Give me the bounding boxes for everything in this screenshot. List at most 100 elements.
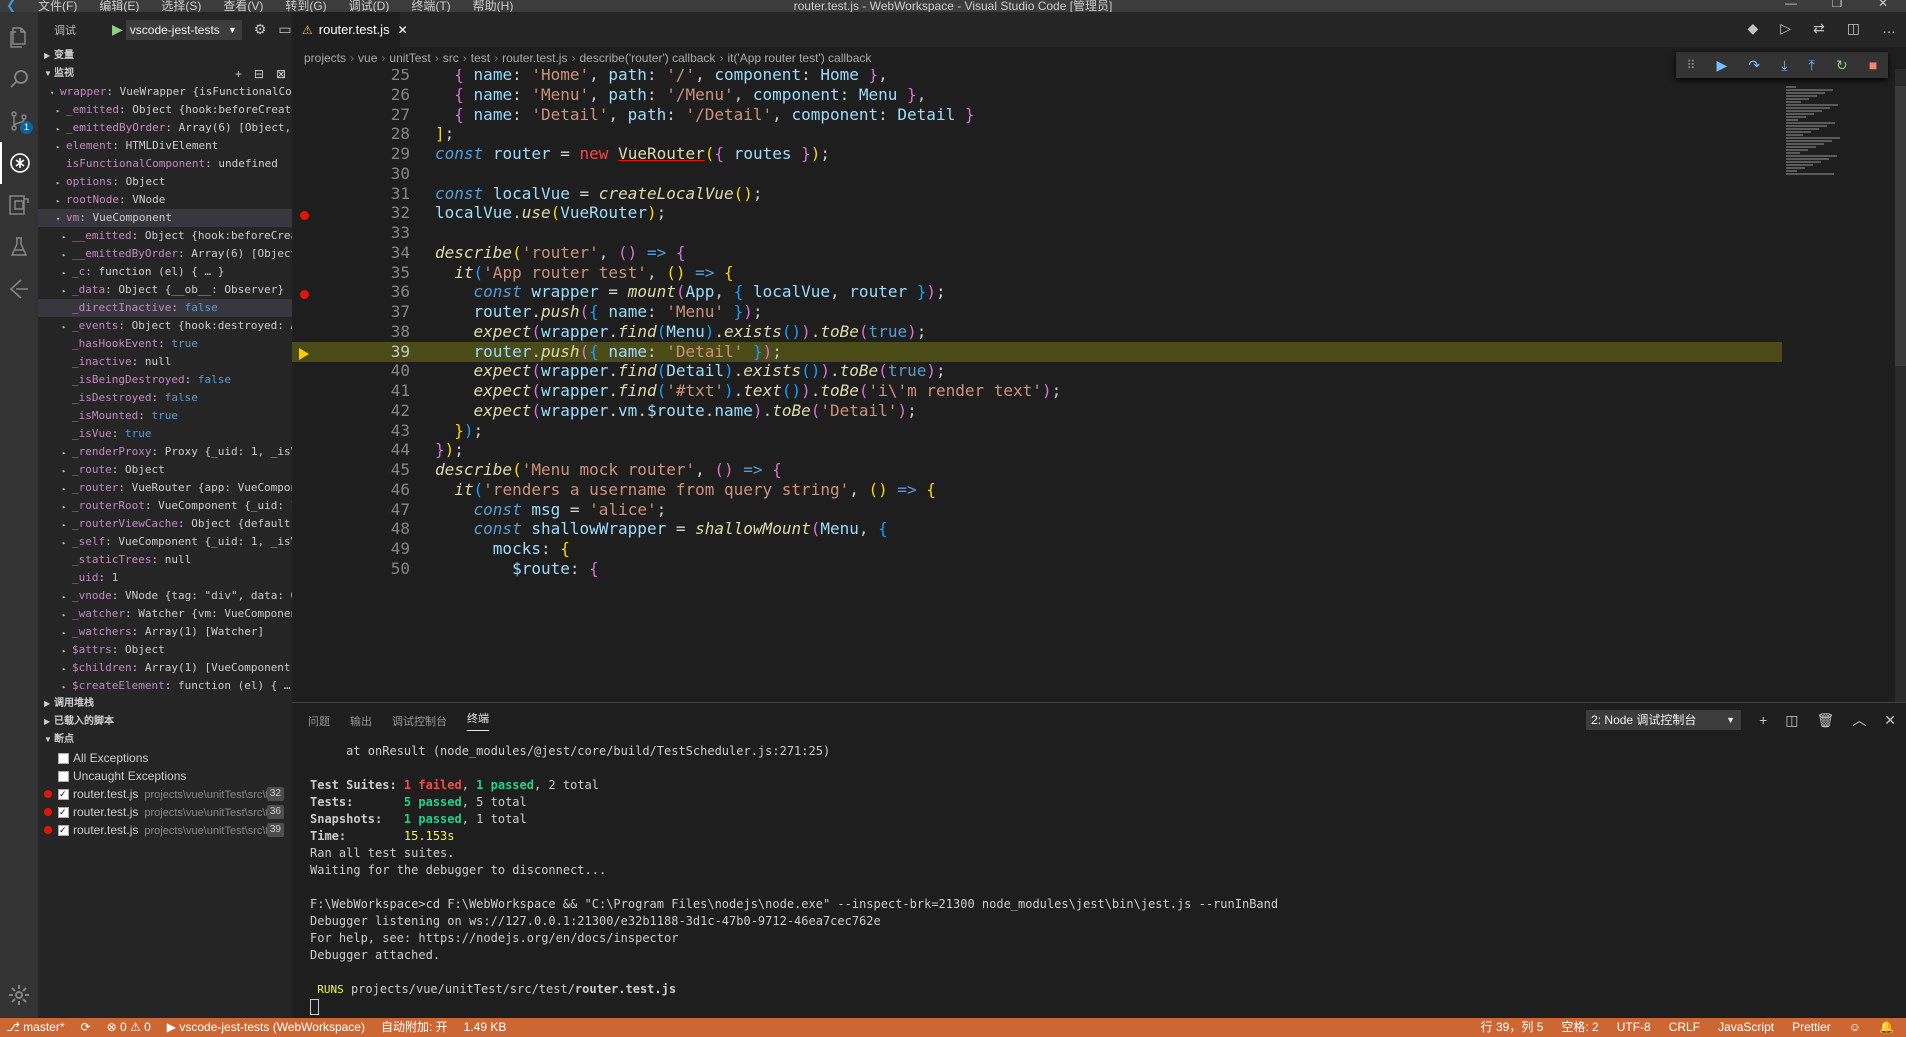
code-line[interactable]: 42 expect(wrapper.vm.$route.name).toBe('…	[292, 401, 1782, 421]
watch-item[interactable]: ▸_routerViewCache: Object {default: …	[38, 515, 292, 533]
eol[interactable]: CRLF	[1669, 1018, 1700, 1037]
explorer-icon[interactable]	[0, 16, 38, 58]
loaded-scripts-section-header[interactable]: ▶ 已载入的脚本	[38, 713, 292, 731]
code-line[interactable]: 31 const localVue = createLocalVue();	[292, 184, 1782, 204]
watch-item[interactable]: ▸ _vnode: VNode {tag: "div", data: Ob…	[38, 587, 292, 605]
terminal-select[interactable]: 2: Node 调试控制台 ▼	[1586, 710, 1742, 730]
auto-attach-item[interactable]: 自动附加: 开	[381, 1018, 448, 1037]
watch-item[interactable]: ▸ $children: Array(1) [VueComponent]	[38, 659, 292, 677]
split-terminal-icon[interactable]: ◫	[1785, 712, 1798, 729]
encoding[interactable]: UTF-8	[1617, 1018, 1651, 1037]
test-flask-icon[interactable]	[0, 226, 38, 268]
minimap[interactable]	[1786, 86, 1846, 196]
watch-item[interactable]: ▸ _route: Object	[38, 461, 292, 479]
new-terminal-icon[interactable]: +	[1759, 712, 1767, 728]
language-mode[interactable]: JavaScript	[1718, 1018, 1774, 1037]
watch-item[interactable]: ▸ $createElement: function (el) { … }	[38, 677, 292, 695]
debug-config-select[interactable]: vscode-jest-tests ▼	[125, 19, 242, 40]
maximize-panel-icon[interactable]: ︿	[1852, 710, 1866, 730]
scrollbar-thumb[interactable]	[1895, 86, 1906, 366]
step-over-icon[interactable]: ↷	[1748, 57, 1760, 74]
breakpoint-item[interactable]: Uncaught Exceptions	[38, 767, 292, 785]
notifications-bell-icon[interactable]: 🔔	[1879, 1018, 1894, 1037]
remove-all-icon[interactable]: ⊠	[276, 65, 286, 83]
code-editor[interactable]: 25 { name: 'Home', path: '/', component:…	[292, 69, 1906, 702]
watch-item[interactable]: ▾ vm: VueComponent	[38, 209, 292, 227]
debug-icon[interactable]	[0, 142, 38, 184]
collapse-all-icon[interactable]: ⊟	[254, 65, 264, 83]
breadcrumb-item[interactable]: it('App router test') callback	[727, 51, 871, 65]
code-line[interactable]: 35 it('App router test', () => {	[292, 263, 1782, 283]
breadcrumb-item[interactable]: describe('router') callback	[579, 51, 715, 65]
breakpoint-checkbox[interactable]	[58, 803, 69, 821]
watch-item[interactable]: _isDestroyed: false	[38, 389, 292, 407]
code-line[interactable]: 29 const router = new VueRouter({ routes …	[292, 144, 1782, 164]
code-line[interactable]: 36 const wrapper = mount(App, { localVue…	[292, 282, 1782, 302]
code-line[interactable]: 50 $route: {	[292, 559, 1782, 579]
code-line[interactable]: 49 mocks: {	[292, 539, 1782, 559]
step-into-icon[interactable]: ⤓	[1781, 57, 1787, 74]
continue-icon[interactable]: ▶	[1717, 57, 1728, 74]
gitlens-diff-icon[interactable]: ◆	[1747, 20, 1758, 37]
add-expression-icon[interactable]: +	[235, 65, 242, 83]
watch-item[interactable]: ▸_emitted: Object {hook:beforeCreate: …	[38, 101, 292, 119]
watch-item[interactable]: _inactive: null	[38, 353, 292, 371]
source-control-icon[interactable]: 1	[0, 100, 38, 142]
indentation[interactable]: 空格: 2	[1561, 1018, 1598, 1037]
watch-item[interactable]: _directInactive: false	[38, 299, 292, 317]
code-line[interactable]: 46 it('renders a username from query str…	[292, 480, 1782, 500]
code-line[interactable]: 27 { name: 'Detail', path: '/Detail', co…	[292, 105, 1782, 125]
breadcrumb-item[interactable]: src	[443, 51, 459, 65]
watch-item[interactable]: ▸ $attrs: Object	[38, 641, 292, 659]
watch-item[interactable]: ▸ options: Object	[38, 173, 292, 191]
watch-item[interactable]: ▸_watcher: Watcher {vm: VueComponent…	[38, 605, 292, 623]
debug-console-icon[interactable]: ▭	[278, 21, 291, 38]
gitlens-icon[interactable]	[0, 268, 38, 310]
split-editor-icon[interactable]: ◫	[1847, 20, 1860, 37]
breakpoint-checkbox[interactable]	[58, 753, 69, 765]
breakpoint-item[interactable]: router.test.js projects\vue\unitTest\src\…	[38, 821, 292, 839]
watch-item[interactable]: ▸_renderProxy: Proxy {_uid: 1, _isVu…	[38, 443, 292, 461]
breadcrumb-item[interactable]: unitTest	[389, 51, 430, 65]
watch-item[interactable]: ▸_router: VueRouter {app: VueCompone…	[38, 479, 292, 497]
watch-item[interactable]: ▸_events: Object {hook:destroyed: Ar…	[38, 317, 292, 335]
sync-icon[interactable]: ⟳	[81, 1018, 91, 1037]
watch-item[interactable]: ▸ _c: function (el) { … }	[38, 263, 292, 281]
kill-terminal-icon[interactable]: 🗑	[1816, 712, 1834, 729]
code-line[interactable]: 48 const shallowWrapper = shallowMount(M…	[292, 519, 1782, 539]
debug-status-item[interactable]: ▶ vscode-jest-tests (WebWorkspace)	[167, 1018, 365, 1037]
gear-icon[interactable]: ⚙	[254, 21, 267, 38]
code-line[interactable]: 30	[292, 164, 1782, 184]
panel-tab[interactable]: 输出	[350, 713, 372, 729]
code-line[interactable]: 38 expect(wrapper.find(Menu).exists()).t…	[292, 322, 1782, 342]
breakpoint-item[interactable]: All Exceptions	[38, 749, 292, 767]
minimize-icon[interactable]: —	[1768, 0, 1814, 10]
watch-item[interactable]: ▸ _self: VueComponent {_uid: 1, _isVu…	[38, 533, 292, 551]
step-out-icon[interactable]: ⤒	[1809, 57, 1815, 74]
code-line[interactable]: 41 expect(wrapper.find('#txt').text()).t…	[292, 381, 1782, 401]
tab-router-test[interactable]: ⚠ router.test.js ✕	[292, 12, 408, 47]
panel-tab[interactable]: 调试控制台	[392, 713, 447, 729]
code-line[interactable]: 40 expect(wrapper.find(Detail).exists())…	[292, 361, 1782, 381]
breakpoint-checkbox[interactable]	[58, 771, 69, 783]
code-line[interactable]: 43 });	[292, 421, 1782, 441]
breakpoint-checkbox[interactable]	[58, 821, 69, 839]
code-line[interactable]: 47 const msg = 'alice';	[292, 500, 1782, 520]
callstack-section-header[interactable]: ▶ 调用堆栈	[38, 695, 292, 713]
prettier-item[interactable]: Prettier	[1792, 1018, 1831, 1037]
extensions-icon[interactable]	[0, 184, 38, 226]
open-changes-icon[interactable]: ⇄	[1813, 20, 1825, 37]
watch-item[interactable]: _isVue: true	[38, 425, 292, 443]
watch-item[interactable]: ▸ _watchers: Array(1) [Watcher]	[38, 623, 292, 641]
stop-icon[interactable]: ■	[1869, 57, 1877, 73]
watch-item[interactable]: ▾wrapper: VueWrapper {isFunctionalCompo…	[38, 83, 292, 101]
restart-icon[interactable]: ↻	[1836, 57, 1848, 74]
code-line[interactable]: 25 { name: 'Home', path: '/', component:…	[292, 69, 1782, 85]
run-icon[interactable]: ▷	[1780, 20, 1791, 37]
breakpoint-checkbox[interactable]	[58, 785, 69, 803]
code-line[interactable]: 33	[292, 223, 1782, 243]
drag-handle-icon[interactable]: ⠿	[1687, 58, 1696, 72]
watch-item[interactable]: _hasHookEvent: true	[38, 335, 292, 353]
close-tab-icon[interactable]: ✕	[398, 23, 408, 37]
code-line[interactable]: 32 localVue.use(VueRouter);	[292, 203, 1782, 223]
